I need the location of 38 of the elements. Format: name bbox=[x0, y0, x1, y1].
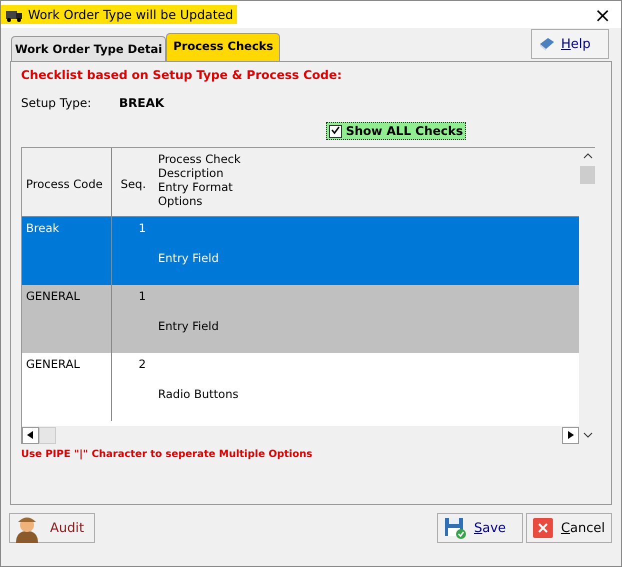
table-cell: Entry Field bbox=[158, 319, 219, 333]
check-icon bbox=[330, 126, 340, 134]
table-cell: Break bbox=[26, 221, 60, 235]
right-triangle-icon bbox=[567, 431, 574, 439]
help-button[interactable]: Help bbox=[531, 29, 609, 59]
horizontal-scrollbar[interactable] bbox=[22, 426, 579, 444]
close-icon bbox=[533, 518, 553, 538]
table-cell: 1 bbox=[138, 221, 146, 235]
table-cell: 1 bbox=[138, 289, 146, 303]
table-cell: GENERAL bbox=[26, 357, 80, 371]
table-cell: GENERAL bbox=[26, 289, 80, 303]
column-header: Process Check Description Entry Format Options bbox=[157, 151, 242, 210]
scroll-left-button[interactable] bbox=[22, 426, 39, 444]
column-header: Process Code bbox=[22, 148, 112, 216]
scroll-right-button[interactable] bbox=[562, 426, 579, 444]
table-row[interactable]: Break 1 Entry Field bbox=[22, 217, 579, 285]
show-all-checkbox[interactable]: Show ALL Checks bbox=[326, 122, 466, 140]
table-row[interactable]: GENERAL 1 Entry Field bbox=[22, 285, 579, 353]
window-title: Work Order Type will be Updated bbox=[1, 5, 238, 24]
setup-type-value: BREAK bbox=[119, 96, 164, 110]
save-button[interactable]: Save bbox=[437, 513, 523, 543]
book-icon bbox=[538, 36, 556, 52]
setup-type-label: Setup Type: bbox=[21, 96, 92, 110]
hint-text: Use PIPE "|" Character to seperate Multiple Options bbox=[21, 449, 314, 460]
close-button[interactable]: × bbox=[584, 4, 621, 24]
scroll-thumb[interactable] bbox=[39, 426, 56, 444]
heading: Checklist based on Setup Type & Process Code: bbox=[21, 68, 343, 82]
scroll-thumb[interactable] bbox=[580, 166, 595, 184]
column-header: Seq. bbox=[120, 176, 147, 193]
table-row[interactable]: GENERAL 2 Radio Buttons bbox=[22, 353, 579, 421]
audit-button[interactable]: Audit bbox=[9, 513, 95, 543]
table-cell: Radio Buttons bbox=[158, 387, 238, 401]
left-triangle-icon bbox=[27, 431, 34, 439]
tab[interactable]: Work Order Type Detai bbox=[11, 36, 166, 61]
cancel-button[interactable]: Cancel bbox=[526, 513, 612, 543]
tab[interactable]: Process Checks bbox=[166, 33, 280, 61]
table-cell: Entry Field bbox=[158, 251, 219, 265]
table-cell: 2 bbox=[138, 357, 146, 371]
